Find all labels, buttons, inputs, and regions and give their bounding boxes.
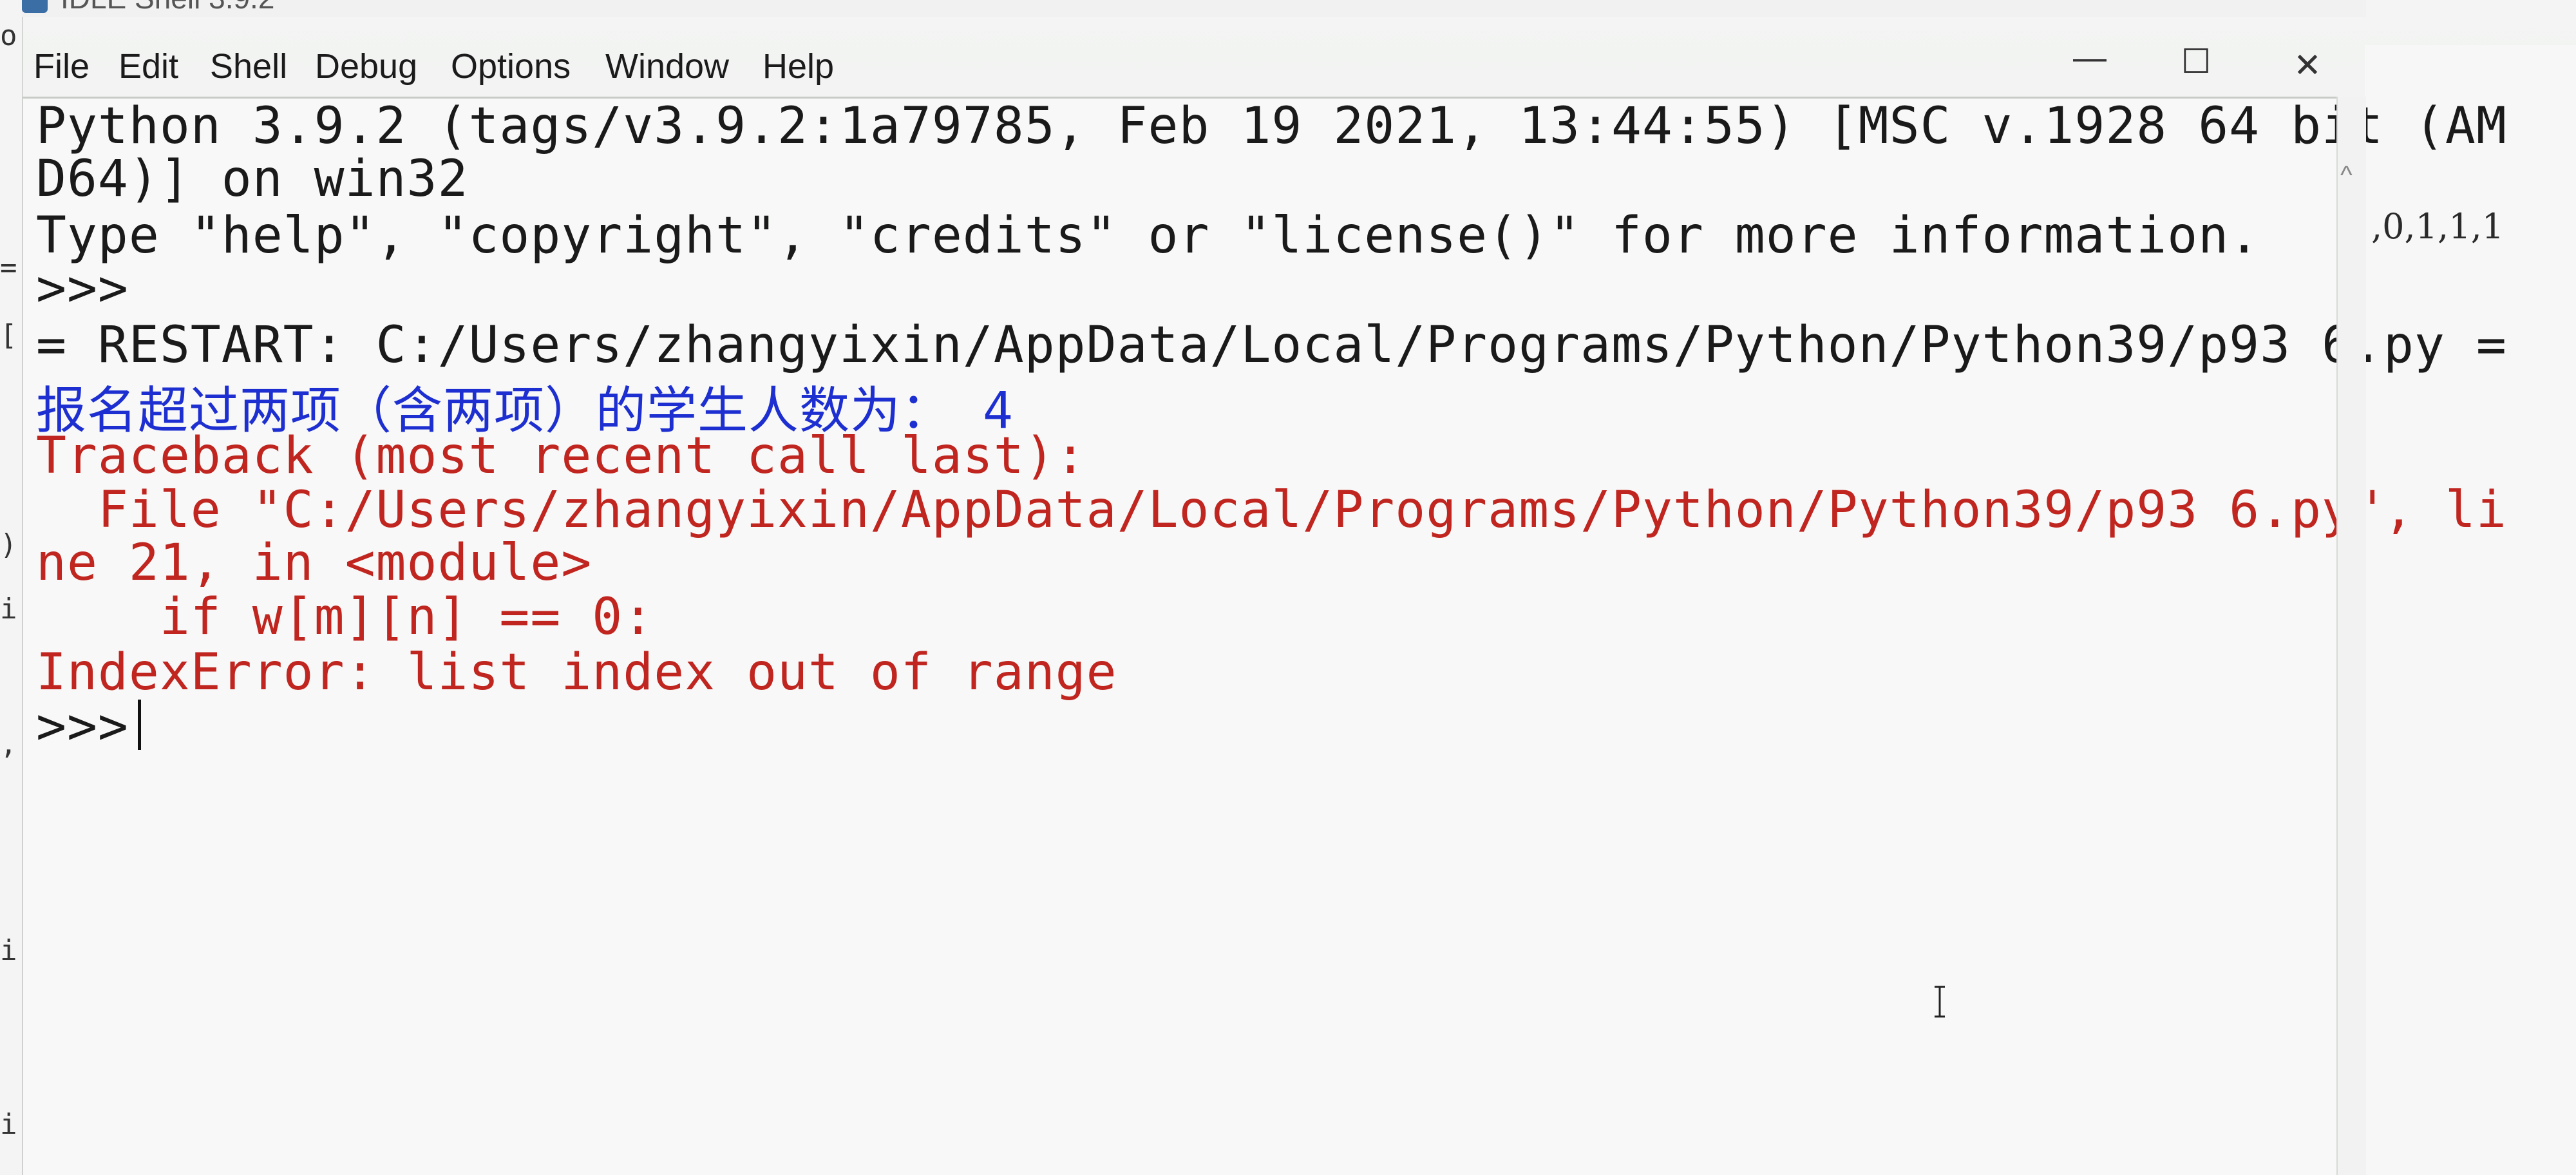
menu-options[interactable]: Options (451, 46, 571, 86)
shell-line: Python 3.9.2 (tags/v3.9.2:1a79785, Feb 1… (36, 97, 2507, 155)
maximize-icon: ☐ (2181, 43, 2211, 81)
bg-fragment: ) (0, 528, 17, 561)
ibeam-cursor-icon (1935, 986, 1945, 1018)
shell-line: = RESTART: C:/Users/zhangyixin/AppData/L… (36, 316, 2507, 374)
background-editor-right-edge: ,0,1,1,1 (2365, 45, 2576, 1175)
shell-line: D64)] on win32 (36, 150, 469, 208)
traceback-line: Traceback (most recent call last): (36, 427, 1086, 485)
close-icon: ✕ (2293, 47, 2322, 84)
error-message: IndexError: list index out of range (36, 644, 1117, 702)
shell-text-area[interactable]: Python 3.9.2 (tags/v3.9.2:1a79785, Feb 1… (22, 97, 2506, 1175)
bg-fragment: i (0, 934, 17, 967)
minimize-button[interactable]: — (2054, 39, 2125, 77)
title-bar[interactable]: IDLE Shell 3.9.2 (22, 0, 2366, 17)
shell-line: Type "help", "copyright", "credits" or "… (36, 207, 2260, 265)
vertical-scrollbar[interactable]: ^ (2336, 97, 2366, 1175)
bg-fragment: i (0, 593, 17, 626)
bg-fragment: = (0, 251, 17, 284)
background-editor-left-edge: o = [ ) i , i i (0, 0, 23, 1175)
menu-window[interactable]: Window (605, 46, 729, 86)
screen: o = [ ) i , i i ,0,1,1,1 IDLE Shell 3.9.… (0, 0, 2576, 1175)
idle-app-icon (22, 0, 48, 13)
text-cursor (137, 700, 141, 750)
maximize-button[interactable]: ☐ (2161, 43, 2231, 81)
bg-fragment: [ (0, 319, 17, 352)
menu-edit[interactable]: Edit (118, 46, 178, 86)
shell-input-line[interactable]: >>> (36, 698, 141, 756)
shell-prompt: >>> (36, 260, 129, 318)
menu-help[interactable]: Help (762, 46, 834, 86)
shell-prompt: >>> (36, 698, 129, 756)
bg-fragment: i (0, 1108, 17, 1141)
minimize-icon: — (2073, 39, 2107, 77)
menu-file[interactable]: File (33, 46, 90, 86)
traceback-line: File "C:/Users/zhangyixin/AppData/Local/… (36, 481, 2507, 539)
traceback-line: ne 21, in <module> (36, 534, 592, 592)
menu-debug[interactable]: Debug (315, 46, 417, 86)
window-title: IDLE Shell 3.9.2 (61, 0, 274, 15)
scroll-up-icon[interactable]: ^ (2340, 161, 2353, 190)
traceback-line: if w[m][n] == 0: (36, 588, 654, 646)
bg-code-fragment: ,0,1,1,1 (2371, 206, 2505, 247)
menu-shell[interactable]: Shell (210, 46, 287, 86)
bg-fragment: , (0, 728, 17, 761)
close-button[interactable]: ✕ (2272, 46, 2343, 85)
bg-fragment: o (0, 19, 17, 52)
